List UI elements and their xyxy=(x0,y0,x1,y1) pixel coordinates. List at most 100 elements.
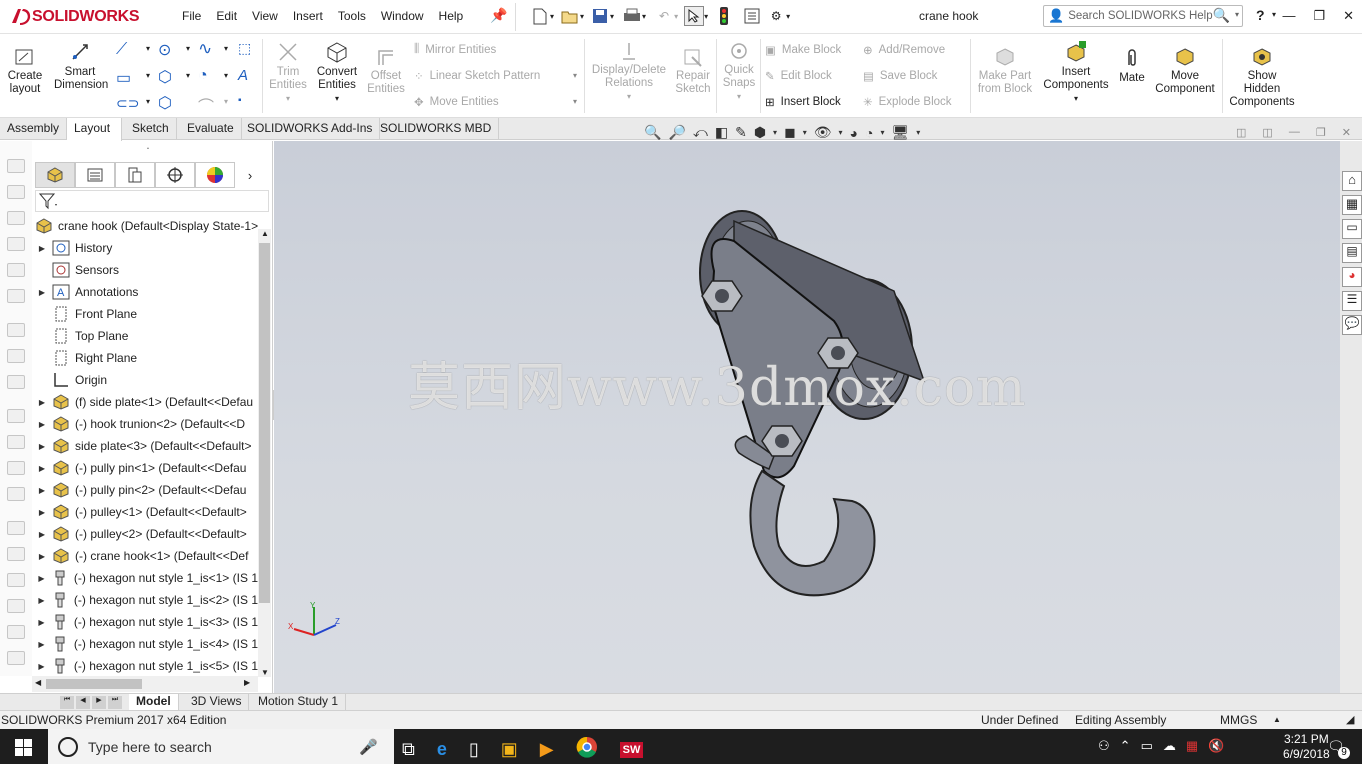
hexagon-icon[interactable]: ⬡ xyxy=(158,93,172,113)
undo-icon[interactable]: ↶ xyxy=(654,6,674,26)
add-remove-button[interactable]: ⊕ Add/Remove xyxy=(863,43,945,57)
tree-item[interactable]: Right Plane xyxy=(32,347,258,369)
save-icon[interactable] xyxy=(590,6,610,26)
tree-vertical-scrollbar[interactable]: ▲ ▼ xyxy=(258,229,271,677)
tree-item[interactable]: ▶ (-) hexagon nut style 1_is<1> (IS 1 xyxy=(32,567,258,589)
expand-arrow-icon[interactable]: ▶ xyxy=(32,398,52,407)
trim-entities-button[interactable]: Trim Entities ▾ xyxy=(266,41,310,105)
circle-icon[interactable]: ⊙ xyxy=(158,40,171,60)
pattern-chevron-icon[interactable]: ▾ xyxy=(573,71,577,80)
text-sketch-icon[interactable]: A xyxy=(238,67,248,84)
volume-mute-icon[interactable]: 🔇 xyxy=(1208,738,1224,754)
tree-item[interactable]: ▶ (-) hexagon nut style 1_is<4> (IS 1 xyxy=(32,633,258,655)
strip-icon[interactable] xyxy=(7,159,25,173)
task-view-icon[interactable]: ⧉ xyxy=(402,739,415,760)
display-style-icon[interactable]: ◼ xyxy=(784,124,796,141)
strip-icon[interactable] xyxy=(7,349,25,363)
show-hidden-components-button[interactable]: Show Hidden Components xyxy=(1226,47,1298,109)
tree-item[interactable]: ▶ (-) hexagon nut style 1_is<3> (IS 1 xyxy=(32,611,258,633)
forum-icon[interactable]: 💬 xyxy=(1342,315,1362,335)
solidworks-resources-icon[interactable]: ⌂ xyxy=(1342,171,1362,191)
tab-3d-views[interactable]: 3D Views xyxy=(184,694,250,711)
help-chevron-icon[interactable]: ▾ xyxy=(1272,10,1276,19)
expand-arrow-icon[interactable]: ▶ xyxy=(32,640,51,649)
taskbar-clock[interactable]: 3:21 PM 6/9/2018 xyxy=(1283,732,1330,762)
zoom-to-fit-icon[interactable]: 🔍 xyxy=(644,124,661,141)
tab-solidworks-add-ins[interactable]: SOLIDWORKS Add-Ins xyxy=(240,118,381,140)
tree-item[interactable]: ▶ (-) pully pin<1> (Default<<Defau xyxy=(32,457,258,479)
store-icon[interactable]: ▣ xyxy=(501,739,518,760)
tab-layout[interactable]: Layout xyxy=(67,118,122,141)
display-manager-tab[interactable] xyxy=(195,162,235,188)
strip-icon[interactable] xyxy=(7,263,25,277)
strip-icon[interactable] xyxy=(7,487,25,501)
tree-filter[interactable] xyxy=(35,190,269,212)
edit-block-button[interactable]: ✎ Edit Block xyxy=(765,69,832,83)
tree-item[interactable]: Top Plane xyxy=(32,325,258,347)
menu-tools[interactable]: Tools xyxy=(338,9,366,23)
solidworks-logo[interactable]: SOLIDWORKS xyxy=(10,4,140,30)
sketch-pattern-icon[interactable]: ⬚ xyxy=(238,40,251,57)
expand-arrow-icon[interactable]: ▶ xyxy=(32,486,52,495)
slot-icon[interactable]: ⊂⊃ xyxy=(116,95,139,112)
strip-icon[interactable] xyxy=(7,651,25,665)
units-selector[interactable]: MMGS xyxy=(1220,713,1257,727)
expand-arrow-icon[interactable]: ▶ xyxy=(32,508,52,517)
display-delete-relations-button[interactable]: Display/Delete Relations ▾ xyxy=(590,41,668,103)
view-settings-icon[interactable]: 🖥 xyxy=(891,124,909,141)
options-gear-icon[interactable]: ⚙ xyxy=(766,6,786,26)
polygon-chevron-icon[interactable]: ▾ xyxy=(186,71,190,80)
network-icon[interactable]: ▦ xyxy=(1186,738,1198,754)
people-icon[interactable]: ⚇ xyxy=(1098,738,1110,754)
select-pointer-icon[interactable] xyxy=(684,6,705,26)
first-tab-icon[interactable]: ⏮ xyxy=(60,696,74,709)
open-folder-icon[interactable] xyxy=(560,6,580,26)
tray-chevron-icon[interactable]: ⌃ xyxy=(1120,738,1131,754)
strip-icon[interactable] xyxy=(7,625,25,639)
spline-chevron-icon[interactable]: ▾ xyxy=(224,44,228,53)
mirror-entities-button[interactable]: ⫼ Mirror Entities xyxy=(414,43,496,56)
restore-icon[interactable]: ❐ xyxy=(1313,8,1325,24)
strip-icon[interactable] xyxy=(7,573,25,587)
expand-arrow-icon[interactable]: ▶ xyxy=(32,618,51,627)
help-icon[interactable]: ? xyxy=(1256,7,1265,23)
solidworks-taskbar-icon[interactable]: SW xyxy=(619,741,644,758)
tab-evaluate[interactable]: Evaluate xyxy=(180,118,242,140)
tab-assembly[interactable]: Assembly xyxy=(0,118,68,140)
microphone-icon[interactable]: 🎤 xyxy=(359,738,378,756)
panel-grip-icon[interactable]: ⠂ xyxy=(146,144,153,155)
mate-button[interactable]: Mate xyxy=(1114,47,1150,85)
polygon-icon[interactable]: ⬡ xyxy=(158,67,172,87)
insert-block-button[interactable]: ⊞ Insert Block xyxy=(765,95,841,109)
strip-icon[interactable] xyxy=(7,547,25,561)
tree-horizontal-scrollbar[interactable]: ◀ ▶ xyxy=(32,676,258,692)
expand-arrow-icon[interactable]: ▶ xyxy=(32,552,52,561)
previous-view-icon[interactable]: ⤺ xyxy=(693,124,708,141)
make-part-from-block-button[interactable]: Make Part from Block xyxy=(974,47,1036,96)
tab-sketch[interactable]: Sketch xyxy=(125,118,177,140)
strip-icon[interactable] xyxy=(7,185,25,199)
tab-solidworks-mbd[interactable]: SOLIDWORKS MBD xyxy=(373,118,500,140)
expand-arrow-icon[interactable]: ▶ xyxy=(32,420,52,429)
zoom-to-area-icon[interactable]: 🔎 xyxy=(668,124,685,141)
scroll-up-icon[interactable]: ▲ xyxy=(261,229,269,238)
expand-arrow-icon[interactable]: ▶ xyxy=(32,530,52,539)
custom-properties-icon[interactable]: ☰ xyxy=(1342,291,1362,311)
strip-icon[interactable] xyxy=(7,599,25,613)
expand-arrow-icon[interactable]: ▶ xyxy=(32,464,52,473)
file-properties-icon[interactable] xyxy=(742,6,762,26)
make-block-button[interactable]: ▣ Make Block xyxy=(765,43,841,57)
tile-left-icon[interactable]: ◫ xyxy=(1236,126,1246,139)
expand-arrow-icon[interactable]: ▶ xyxy=(32,662,51,671)
appearances-scenes-icon[interactable]: ◕ xyxy=(1342,267,1362,287)
strip-icon[interactable] xyxy=(7,435,25,449)
media-player-icon[interactable]: ▶ xyxy=(540,739,554,760)
section-view-icon[interactable]: ◧ xyxy=(715,124,728,141)
menu-file[interactable]: File xyxy=(182,9,201,23)
tree-item[interactable]: ▶ (f) side plate<1> (Default<<Defau xyxy=(32,391,258,413)
tree-item[interactable]: Sensors xyxy=(32,259,258,281)
tile-right-icon[interactable]: ◫ xyxy=(1262,126,1272,139)
quick-snaps-button[interactable]: Quick Snaps ▾ xyxy=(720,41,758,103)
scroll-thumb[interactable] xyxy=(46,679,142,689)
graphics-area[interactable]: 莫西网www.3dmox.com Y X Z xyxy=(274,141,1340,693)
